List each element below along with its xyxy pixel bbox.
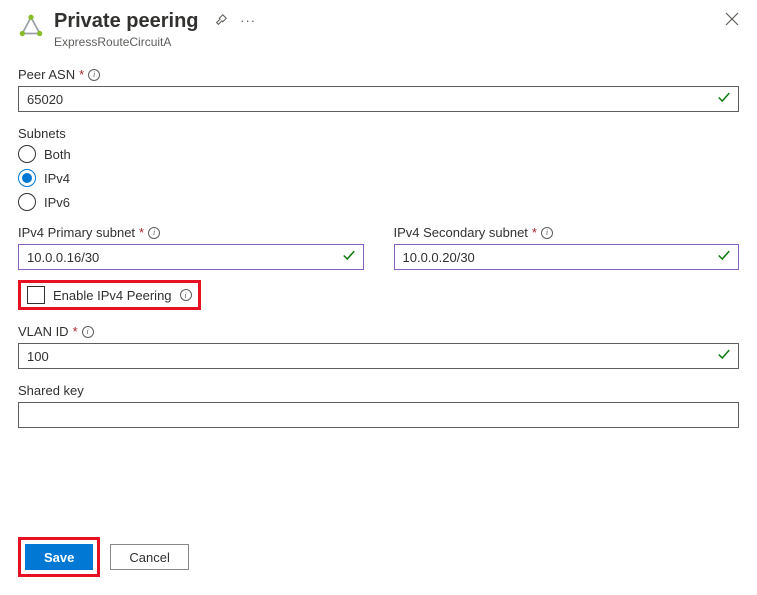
- shared-key-input[interactable]: [18, 402, 739, 428]
- required-indicator: *: [73, 324, 78, 339]
- ipv4-secondary-input[interactable]: [394, 244, 740, 270]
- info-icon[interactable]: i: [541, 227, 553, 239]
- peer-asn-group: Peer ASN * i: [18, 67, 739, 112]
- vlan-id-input[interactable]: [18, 343, 739, 369]
- subnets-radio-group: Both IPv4 IPv6: [18, 145, 739, 211]
- ipv4-secondary-label-text: IPv4 Secondary subnet: [394, 225, 528, 240]
- ipv4-secondary-label: IPv4 Secondary subnet * i: [394, 225, 740, 240]
- pin-icon[interactable]: [214, 13, 228, 30]
- enable-ipv4-peering-group: Enable IPv4 Peering i: [18, 280, 739, 310]
- enable-ipv4-peering-label: Enable IPv4 Peering: [53, 288, 172, 303]
- info-icon[interactable]: i: [148, 227, 160, 239]
- radio-icon: [18, 193, 36, 211]
- cancel-button[interactable]: Cancel: [110, 544, 188, 570]
- info-icon[interactable]: i: [88, 69, 100, 81]
- radio-icon: [18, 145, 36, 163]
- vlan-id-label-text: VLAN ID: [18, 324, 69, 339]
- vlan-id-group: VLAN ID * i: [18, 324, 739, 369]
- highlight-annotation: Enable IPv4 Peering i: [18, 280, 201, 310]
- subnets-group: Subnets Both IPv4 IPv6: [18, 126, 739, 211]
- ipv4-primary-input[interactable]: [18, 244, 364, 270]
- more-icon[interactable]: ···: [240, 13, 256, 30]
- close-button[interactable]: [725, 12, 739, 31]
- highlight-annotation: Save: [18, 537, 100, 577]
- ipv4-primary-label-text: IPv4 Primary subnet: [18, 225, 135, 240]
- subnets-label: Subnets: [18, 126, 739, 141]
- breadcrumb-subtitle: ExpressRouteCircuitA: [54, 35, 739, 49]
- info-icon[interactable]: i: [82, 326, 94, 338]
- footer-actions: Save Cancel: [18, 537, 189, 577]
- radio-label: Both: [44, 147, 71, 162]
- required-indicator: *: [532, 225, 537, 240]
- peer-asn-input[interactable]: [18, 86, 739, 112]
- shared-key-label: Shared key: [18, 383, 739, 398]
- vlan-id-label: VLAN ID * i: [18, 324, 739, 339]
- ipv4-secondary-group: IPv4 Secondary subnet * i: [394, 225, 740, 270]
- peering-icon: [18, 14, 44, 40]
- shared-key-group: Shared key: [18, 383, 739, 428]
- ipv4-primary-group: IPv4 Primary subnet * i: [18, 225, 364, 270]
- checkbox-icon: [27, 286, 45, 304]
- info-icon[interactable]: i: [180, 289, 192, 301]
- subnet-option-both[interactable]: Both: [18, 145, 739, 163]
- radio-label: IPv4: [44, 171, 70, 186]
- subnet-option-ipv6[interactable]: IPv6: [18, 193, 739, 211]
- radio-label: IPv6: [44, 195, 70, 210]
- save-button[interactable]: Save: [25, 544, 93, 570]
- ipv4-subnet-row: IPv4 Primary subnet * i IPv4 Secondary s…: [18, 225, 739, 270]
- peer-asn-label-text: Peer ASN: [18, 67, 75, 82]
- required-indicator: *: [79, 67, 84, 82]
- page-title: Private peering: [54, 10, 199, 33]
- subnet-option-ipv4[interactable]: IPv4: [18, 169, 739, 187]
- blade-header: Private peering ··· ExpressRouteCircuitA: [18, 10, 739, 49]
- enable-ipv4-peering-checkbox-row[interactable]: Enable IPv4 Peering i: [27, 286, 192, 304]
- required-indicator: *: [139, 225, 144, 240]
- radio-icon: [18, 169, 36, 187]
- peer-asn-label: Peer ASN * i: [18, 67, 739, 82]
- ipv4-primary-label: IPv4 Primary subnet * i: [18, 225, 364, 240]
